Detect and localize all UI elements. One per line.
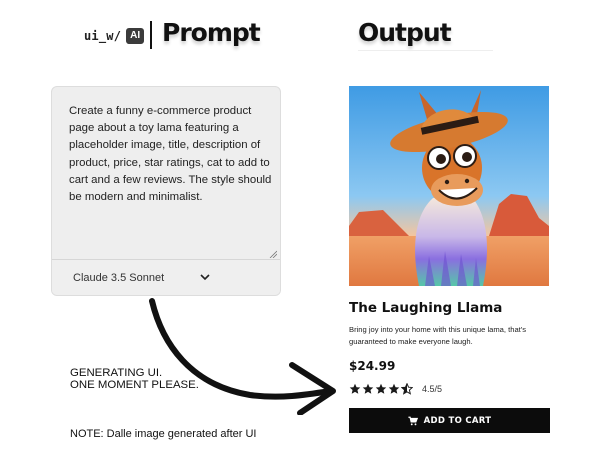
product-price: $24.99 xyxy=(349,359,396,373)
generating-status-line1: GENERATING UI. xyxy=(70,367,163,379)
output-heading-underline xyxy=(358,50,493,51)
brand-text: ui_w/ xyxy=(84,29,122,43)
brand-logo: ui_w/ AI xyxy=(84,27,145,45)
add-to-cart-button[interactable]: ADD TO CART xyxy=(349,408,550,433)
prompt-heading: Prompt xyxy=(162,18,261,47)
product-image xyxy=(349,86,549,286)
star-icon xyxy=(388,383,400,394)
product-description: Bring joy into your home with this uniqu… xyxy=(349,325,527,346)
star-half-icon xyxy=(401,383,413,395)
brand-badge: AI xyxy=(126,28,145,44)
product-title: The Laughing Llama xyxy=(349,300,503,316)
rating-text: 4.5/5 xyxy=(422,384,443,394)
header-divider xyxy=(150,21,152,49)
model-selector[interactable]: Claude 3.5 Sonnet xyxy=(52,259,280,295)
output-heading: Output xyxy=(358,18,452,47)
star-rating: 4.5/5 xyxy=(349,382,442,396)
curved-arrow-icon xyxy=(149,298,336,415)
resize-grip-icon[interactable] xyxy=(269,250,277,258)
chevron-down-icon xyxy=(200,274,210,281)
star-icon xyxy=(375,383,387,394)
model-selector-label: Claude 3.5 Sonnet xyxy=(73,272,165,284)
image-note: NOTE: Dalle image generated after UI xyxy=(70,428,257,440)
prompt-textarea[interactable]: Create a funny e-commerce product page a… xyxy=(69,103,274,206)
generating-status: GENERATING UI. ONE MOMENT PLEASE. xyxy=(70,367,199,391)
add-to-cart-label: ADD TO CART xyxy=(423,415,492,426)
star-icon xyxy=(349,383,361,394)
star-icon xyxy=(362,383,374,394)
cart-icon xyxy=(408,416,418,425)
generating-status-line2: ONE MOMENT PLEASE. xyxy=(70,379,199,391)
prompt-card: Create a funny e-commerce product page a… xyxy=(51,86,281,296)
